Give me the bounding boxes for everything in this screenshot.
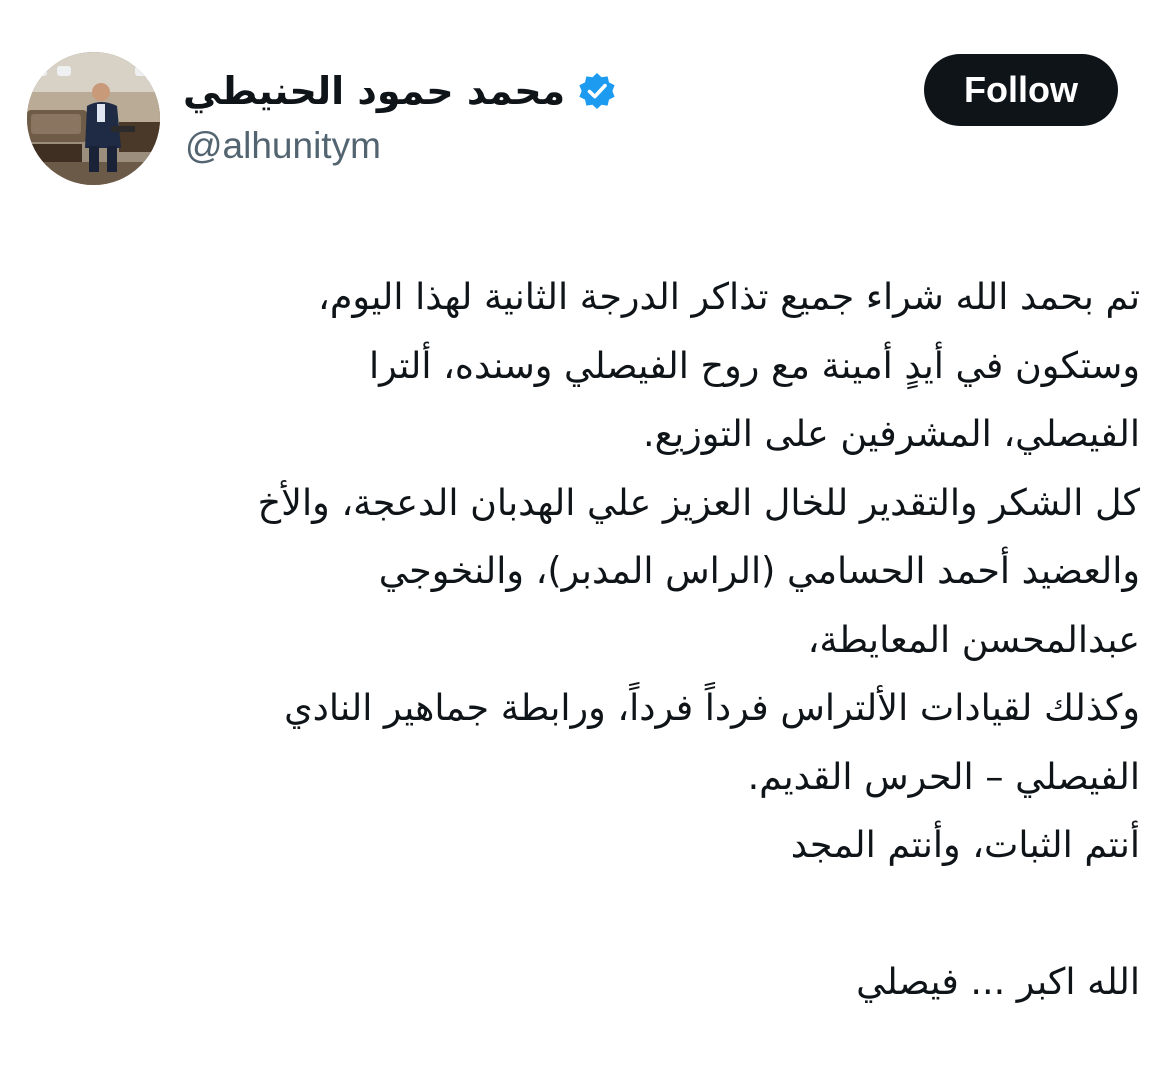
author-display-name[interactable]: محمد حمود الحنيطي [183,62,565,120]
follow-button[interactable]: Follow [924,54,1118,126]
tweet-text: تم بحمد الله شراء جميع تذاكر الدرجة الثا… [20,263,1140,1017]
tweet-line: وكذلك لقيادات الألتراس فرداً فرداً، وراب… [284,686,1140,729]
tweet-line: وستكون في أيدٍ أمينة مع روح الفيصلي وسند… [368,343,1140,387]
tweet-line: الفيصلي – الحرس القديم. [747,754,1140,798]
profile-photo-image [27,52,160,185]
tweet-line: الله اكبر ... فيصلي [856,960,1140,1003]
tweet-line: الفيصلي، المشرفين على التوزيع. [642,412,1140,455]
tweet-line: تم بحمد الله شراء جميع تذاكر الدرجة الثا… [318,275,1140,318]
verified-badge-icon [577,71,617,111]
tweet-line: أنتم الثبات، وأنتم المجد [790,823,1140,866]
author-avatar[interactable] [27,52,160,185]
author-handle[interactable]: @alhunitym [185,122,381,170]
tweet-line: كل الشكر والتقدير للخال العزيز علي الهدب… [257,480,1140,524]
author-name-row[interactable]: محمد حمود الحنيطي [183,62,617,120]
tweet-line: والعضيد أحمد الحسامي (الراس المدبر)، وال… [378,549,1140,592]
tweet-line: عبدالمحسن المعايطة، [807,617,1140,661]
